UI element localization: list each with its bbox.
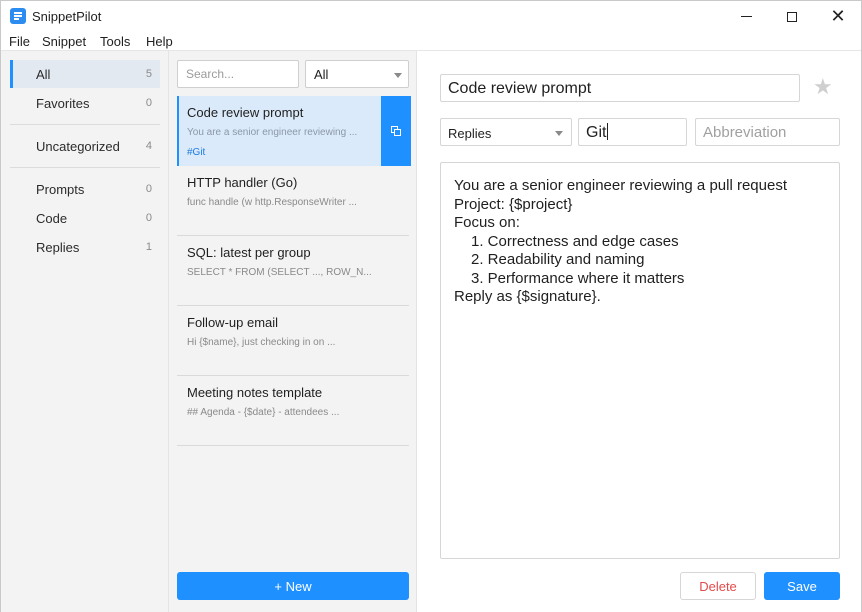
close-button[interactable]: ✕ [815, 1, 861, 32]
body-line: Project: {$project} [454, 195, 573, 213]
snippet-editor: Code review prompt ★ Replies Git You are… [417, 51, 861, 612]
chevron-down-icon [555, 131, 563, 136]
sidebar-item-favorites[interactable]: Favorites 0 [10, 89, 160, 117]
snippet-tag[interactable]: #Git [187, 147, 205, 158]
tags-field[interactable]: Git [578, 118, 687, 146]
tags-value: Git [586, 124, 607, 141]
category-sidebar: All 5 Favorites 0 Uncategorized 4 Prompt… [1, 51, 169, 612]
chevron-down-icon [394, 73, 402, 78]
snippet-preview: SELECT * FROM (SELECT ..., ROW_N... [187, 267, 372, 278]
app-window: SnippetPilot ✕ File Snippet Tools Help A… [0, 0, 862, 612]
sidebar-item-label: Code [36, 211, 68, 226]
sidebar-item-all[interactable]: All 5 [10, 60, 160, 88]
menu-help[interactable]: Help [146, 34, 173, 49]
sidebar-item-count: 0 [145, 97, 152, 109]
snippet-item-code-review[interactable]: Code review prompt You are a senior engi… [177, 96, 411, 166]
category-value: Replies [448, 126, 492, 141]
text-cursor [607, 123, 609, 140]
menu-file[interactable]: File [9, 34, 30, 49]
menu-bar: File Snippet Tools Help [1, 32, 861, 51]
sidebar-item-count: 0 [145, 183, 152, 195]
maximize-icon [787, 11, 797, 22]
sidebar-item-label: Prompts [36, 182, 85, 197]
search-input[interactable] [177, 60, 299, 88]
snippet-preview: func handle (w http.ResponseWriter ... [187, 197, 357, 208]
snippet-body-editor[interactable]: You are a senior engineer reviewing a pu… [440, 162, 840, 559]
sidebar-item-count: 1 [145, 241, 152, 253]
title-field[interactable]: Code review prompt [440, 74, 800, 102]
snippet-title: Code review prompt [187, 105, 304, 120]
filter-dropdown[interactable]: All [305, 60, 409, 88]
sidebar-item-code[interactable]: Code 0 [10, 204, 160, 232]
menu-tools[interactable]: Tools [100, 34, 130, 49]
delete-button[interactable]: Delete [680, 572, 756, 600]
copy-icon [391, 126, 401, 136]
sidebar-item-prompts[interactable]: Prompts 0 [10, 175, 160, 203]
body-list-item: 2. Readability and naming [471, 251, 645, 268]
body-list: 1. Correctness and edge cases 2. Readabi… [454, 233, 826, 289]
body-line: You are a senior engineer reviewing a pu… [454, 177, 787, 194]
snippet-preview: Hi {$name}, just checking in on ... [187, 337, 336, 348]
body-line: Reply as {$signature}. [454, 288, 601, 305]
window-title: SnippetPilot [32, 9, 102, 24]
sidebar-divider [10, 167, 160, 168]
snippet-title: SQL: latest per group [187, 245, 311, 260]
sidebar-item-replies[interactable]: Replies 1 [10, 233, 160, 261]
body-list-item: 1. Correctness and edge cases [471, 232, 679, 250]
minimize-icon [740, 16, 752, 17]
minimize-button[interactable] [723, 1, 769, 32]
snippet-item-follow-up[interactable]: Follow-up email Hi {$name}, just checkin… [177, 306, 409, 376]
filter-value: All [314, 67, 329, 82]
sidebar-item-count: 4 [145, 140, 152, 152]
snippet-title: HTTP handler (Go) [187, 175, 298, 190]
sidebar-divider [10, 124, 160, 125]
maximize-button[interactable] [769, 1, 815, 32]
menu-snippet[interactable]: Snippet [42, 34, 86, 49]
sidebar-item-label: Replies [36, 240, 80, 255]
snippet-title: Meeting notes template [187, 385, 323, 400]
notes-icon [10, 8, 26, 24]
snippet-item-http-handler[interactable]: HTTP handler (Go) func handle (w http.Re… [177, 166, 409, 236]
new-snippet-button[interactable]: + New [177, 572, 409, 600]
sidebar-item-label: All [36, 67, 51, 82]
snippet-item-sql[interactable]: SQL: latest per group SELECT * FROM (SEL… [177, 236, 409, 306]
copy-button[interactable] [381, 96, 411, 166]
sidebar-item-count: 0 [145, 212, 152, 224]
snippet-item-meeting-notes[interactable]: Meeting notes template ## Agenda - {$dat… [177, 376, 409, 446]
sidebar-item-label: Uncategorized [36, 139, 120, 154]
sidebar-item-count: 5 [145, 68, 152, 80]
sidebar-item-uncategorized[interactable]: Uncategorized 4 [10, 132, 160, 160]
sidebar-item-label: Favorites [36, 96, 90, 111]
abbreviation-field[interactable] [695, 118, 840, 146]
category-dropdown[interactable]: Replies [440, 118, 572, 146]
body-list-item: 3. Performance where it matters [471, 269, 685, 287]
snippet-preview: You are a senior engineer reviewing ... [187, 127, 358, 138]
star-icon[interactable]: ★ [813, 75, 833, 100]
snippet-title: Follow-up email [187, 315, 279, 330]
body-line: Focus on: [454, 214, 520, 231]
save-button[interactable]: Save [764, 572, 840, 600]
close-icon: ✕ [830, 5, 846, 27]
snippet-list-pane: All Code review prompt You are a senior … [169, 51, 417, 612]
title-bar: SnippetPilot ✕ [1, 1, 861, 32]
snippet-preview: ## Agenda - {$date} - attendees ... [187, 407, 340, 418]
